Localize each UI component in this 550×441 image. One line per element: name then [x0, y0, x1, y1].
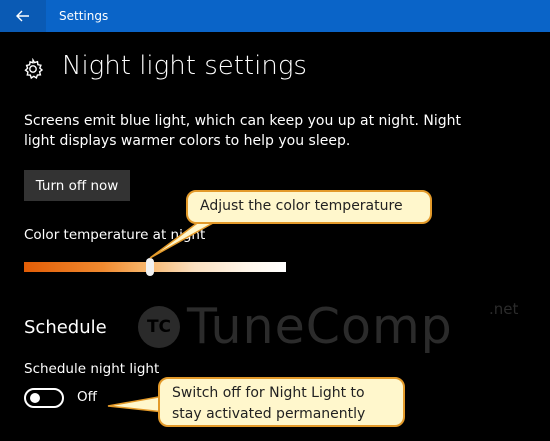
gear-icon [24, 58, 44, 80]
title-bar: Settings [0, 0, 550, 32]
app-title: Settings [59, 9, 109, 23]
back-button[interactable] [0, 0, 46, 32]
schedule-toggle[interactable] [24, 388, 64, 408]
schedule-night-light-label: Schedule night light [24, 361, 160, 377]
schedule-heading: Schedule [24, 317, 107, 338]
slider-thumb[interactable] [146, 258, 154, 276]
color-temperature-slider[interactable] [24, 258, 286, 276]
watermark-badge: TC [138, 306, 180, 348]
slider-track[interactable] [24, 262, 286, 272]
toggle-callout: Switch off for Night Light to stay activ… [158, 377, 405, 427]
watermark-suffix: .net [489, 300, 519, 318]
slider-callout: Adjust the color temperature [186, 190, 432, 224]
turn-off-now-button[interactable]: Turn off now [24, 170, 130, 201]
description-text: Screens emit blue light, which can keep … [24, 113, 462, 149]
settings-window: Settings TC TuneComp .net Night light se… [0, 0, 550, 441]
watermark-brand: TuneComp [187, 298, 453, 355]
color-temperature-label: Color temperature at night [24, 227, 206, 243]
toggle-state-label: Off [77, 389, 97, 405]
back-arrow-icon [16, 10, 29, 22]
toggle-callout-pointer [107, 395, 165, 413]
page-title: Night light settings [62, 51, 307, 81]
toggle-knob [30, 393, 40, 403]
